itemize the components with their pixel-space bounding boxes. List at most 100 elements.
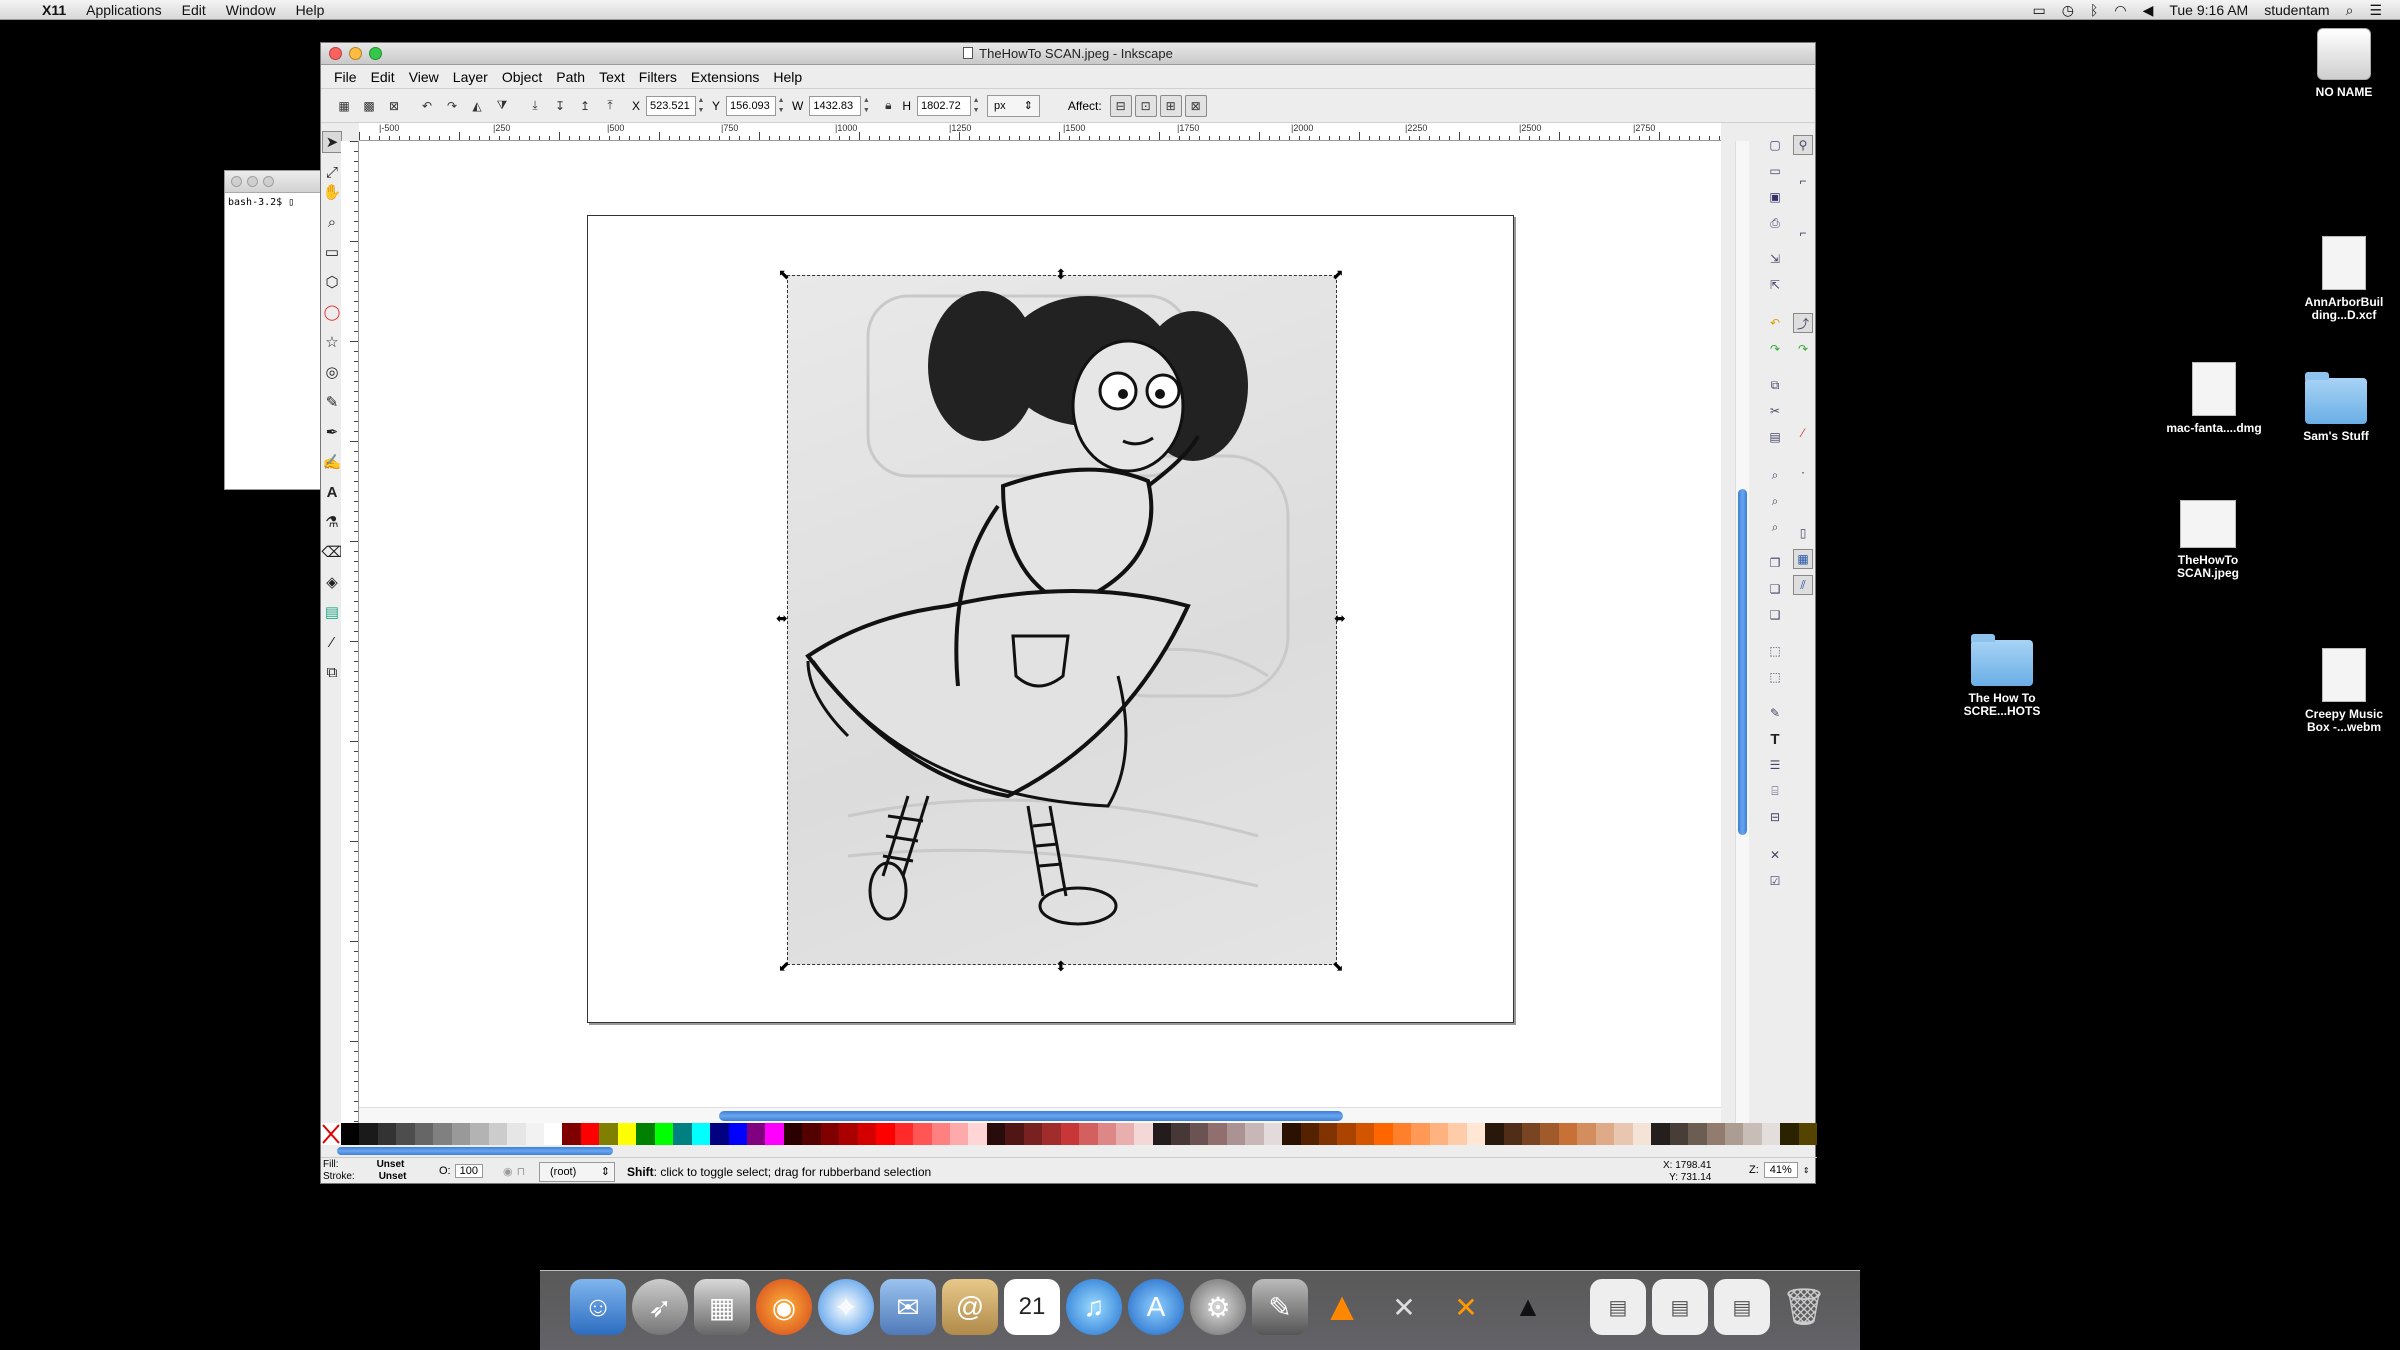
color-swatch[interactable] bbox=[654, 1123, 674, 1145]
color-swatch[interactable] bbox=[802, 1123, 821, 1145]
bluetooth-icon[interactable]: ᛒ bbox=[2082, 2, 2106, 18]
color-swatch[interactable] bbox=[1282, 1123, 1301, 1145]
contacts-dock-icon[interactable]: @ bbox=[942, 1279, 998, 1335]
node-tool-icon[interactable]: ⤢ bbox=[322, 161, 342, 183]
undo-icon[interactable]: ↶ bbox=[1765, 313, 1785, 333]
color-swatch[interactable] bbox=[1761, 1123, 1781, 1145]
unlink-clone-icon[interactable]: ❑ bbox=[1765, 605, 1785, 625]
color-swatch[interactable] bbox=[1448, 1123, 1467, 1145]
color-swatch[interactable] bbox=[433, 1123, 452, 1145]
ellipse-tool-icon[interactable]: ◯ bbox=[322, 301, 342, 323]
color-swatch[interactable] bbox=[1392, 1123, 1412, 1145]
color-swatch[interactable] bbox=[377, 1123, 397, 1145]
affect-gradients-icon[interactable]: ⊞ bbox=[1159, 94, 1182, 117]
color-swatch[interactable] bbox=[1116, 1123, 1135, 1145]
x-input[interactable]: 523.521 bbox=[646, 95, 697, 116]
connector-tool-icon[interactable]: ⧉ bbox=[322, 661, 342, 683]
x-spinner[interactable]: ▲ ▼ bbox=[696, 96, 706, 116]
color-swatch[interactable] bbox=[765, 1123, 784, 1145]
time-machine-icon[interactable]: ◷ bbox=[2054, 2, 2082, 19]
duplicate-icon[interactable]: ❐ bbox=[1765, 553, 1785, 573]
menubar-item-edit[interactable]: Edit bbox=[172, 0, 216, 20]
launchpad-dock-icon[interactable]: ➶ bbox=[632, 1279, 688, 1335]
document-properties-icon[interactable]: ☑ bbox=[1765, 871, 1785, 891]
desktop-icon-sams-stuff[interactable]: Sam's Stuff bbox=[2286, 372, 2386, 443]
window-titlebar[interactable]: TheHowTo SCAN.jpeg - Inkscape bbox=[321, 43, 1815, 65]
color-swatch[interactable] bbox=[1374, 1123, 1393, 1145]
zoom-input[interactable]: 41% bbox=[1763, 1162, 1798, 1178]
menu-filters[interactable]: Filters bbox=[632, 69, 684, 85]
terminal-titlebar[interactable] bbox=[225, 171, 321, 193]
color-swatch[interactable] bbox=[1577, 1123, 1596, 1145]
color-swatch[interactable] bbox=[1263, 1123, 1283, 1145]
menu-file[interactable]: File bbox=[327, 69, 364, 85]
color-swatch[interactable] bbox=[470, 1123, 489, 1145]
scale-handle-s[interactable]: ⬍ bbox=[1055, 959, 1067, 973]
select-all-icon[interactable]: ▦ bbox=[333, 95, 355, 117]
desktop-icon-xcf[interactable]: AnnArborBuil ding...D.xcf bbox=[2294, 236, 2394, 322]
vlc-dock-icon[interactable]: ▲ bbox=[1314, 1279, 1370, 1335]
select-all-in-all-layers-icon[interactable]: ▩ bbox=[358, 95, 380, 117]
color-swatch[interactable] bbox=[562, 1123, 581, 1145]
snap-midpoints-icon[interactable]: ⁄ bbox=[1793, 423, 1813, 443]
affect-stroke-width-icon[interactable]: ⊟ bbox=[1109, 94, 1132, 117]
system-preferences-dock-icon[interactable]: ⚙ bbox=[1190, 1279, 1246, 1335]
raise-icon[interactable]: ↥ bbox=[574, 95, 596, 117]
menubar-item-applications[interactable]: Applications bbox=[76, 0, 172, 20]
zoom-page-icon[interactable]: ⌕ bbox=[1765, 517, 1785, 537]
color-swatch[interactable] bbox=[617, 1123, 637, 1145]
color-swatch[interactable] bbox=[1060, 1123, 1080, 1145]
scale-handle-ne[interactable]: ⬈ bbox=[1332, 267, 1344, 281]
minimize-button[interactable] bbox=[349, 47, 362, 60]
notification-list-icon[interactable]: ☰ bbox=[2361, 2, 2390, 19]
color-swatch[interactable] bbox=[1503, 1123, 1522, 1145]
terminal-window[interactable]: bash-3.2$ ▯ bbox=[224, 170, 322, 490]
color-swatch[interactable] bbox=[1245, 1123, 1264, 1145]
color-swatch[interactable] bbox=[783, 1123, 803, 1145]
color-swatch[interactable] bbox=[839, 1123, 858, 1145]
pen-tool-icon[interactable]: ✒ bbox=[322, 421, 342, 443]
color-swatch[interactable] bbox=[1319, 1123, 1338, 1145]
calligraphy-tool-icon[interactable]: ✍ bbox=[322, 451, 342, 473]
finder-dock-icon[interactable]: ☺ bbox=[570, 1279, 626, 1335]
color-swatch[interactable] bbox=[691, 1123, 711, 1145]
color-swatch[interactable] bbox=[931, 1123, 950, 1145]
redo-icon[interactable]: ↷ bbox=[1765, 339, 1785, 359]
print-icon[interactable]: ⎙ bbox=[1765, 213, 1785, 233]
opacity-input[interactable]: 100 bbox=[454, 1164, 483, 1178]
affect-corners-icon[interactable]: ⊡ bbox=[1134, 94, 1157, 117]
x11-dock-icon[interactable]: ✕ bbox=[1438, 1279, 1494, 1335]
color-swatch[interactable] bbox=[1300, 1123, 1320, 1145]
color-swatch[interactable] bbox=[876, 1123, 895, 1145]
paste-icon[interactable]: ▤ bbox=[1765, 427, 1785, 447]
scanned-image[interactable] bbox=[787, 275, 1337, 965]
scale-handle-e[interactable]: ⬌ bbox=[1334, 611, 1346, 625]
h-input[interactable]: 1802.72 bbox=[917, 95, 972, 116]
safari-dock-icon[interactable]: ✧ bbox=[818, 1279, 874, 1335]
color-swatch[interactable] bbox=[1429, 1123, 1449, 1145]
color-swatch[interactable] bbox=[1023, 1123, 1043, 1145]
fill-stroke-indicator[interactable]: Fill: Unset Stroke: Unset bbox=[323, 1159, 406, 1183]
snap-toggle-icon[interactable]: ⚲ bbox=[1793, 135, 1813, 155]
color-swatch[interactable] bbox=[341, 1123, 360, 1145]
cut-icon[interactable]: ✂ bbox=[1765, 401, 1785, 421]
fill-stroke-icon[interactable]: ✎ bbox=[1765, 703, 1785, 723]
minimize-dot-icon[interactable] bbox=[247, 176, 258, 187]
color-swatch[interactable] bbox=[359, 1123, 378, 1145]
color-swatch[interactable] bbox=[1540, 1123, 1559, 1145]
document-stack-dock-icon[interactable]: ▤ bbox=[1590, 1279, 1646, 1335]
rectangle-tool-icon[interactable]: ▭ bbox=[322, 241, 342, 263]
color-swatch[interactable] bbox=[857, 1123, 877, 1145]
preferences-icon[interactable]: ✕ bbox=[1765, 845, 1785, 865]
color-swatch[interactable] bbox=[1466, 1123, 1486, 1145]
color-swatch[interactable] bbox=[1632, 1123, 1652, 1145]
gimp-dock-icon[interactable]: ✎ bbox=[1252, 1279, 1308, 1335]
color-swatch[interactable] bbox=[1226, 1123, 1246, 1145]
lock-icon[interactable]: ⊓ bbox=[517, 1165, 526, 1178]
snap-paths-icon[interactable]: ↷ bbox=[1793, 339, 1813, 359]
color-swatch[interactable] bbox=[414, 1123, 434, 1145]
snap-corners-icon[interactable]: ⌐ bbox=[1793, 223, 1813, 243]
horizontal-scroll-thumb[interactable] bbox=[719, 1111, 1343, 1121]
color-swatch[interactable] bbox=[1706, 1123, 1725, 1145]
color-swatch[interactable] bbox=[746, 1123, 766, 1145]
